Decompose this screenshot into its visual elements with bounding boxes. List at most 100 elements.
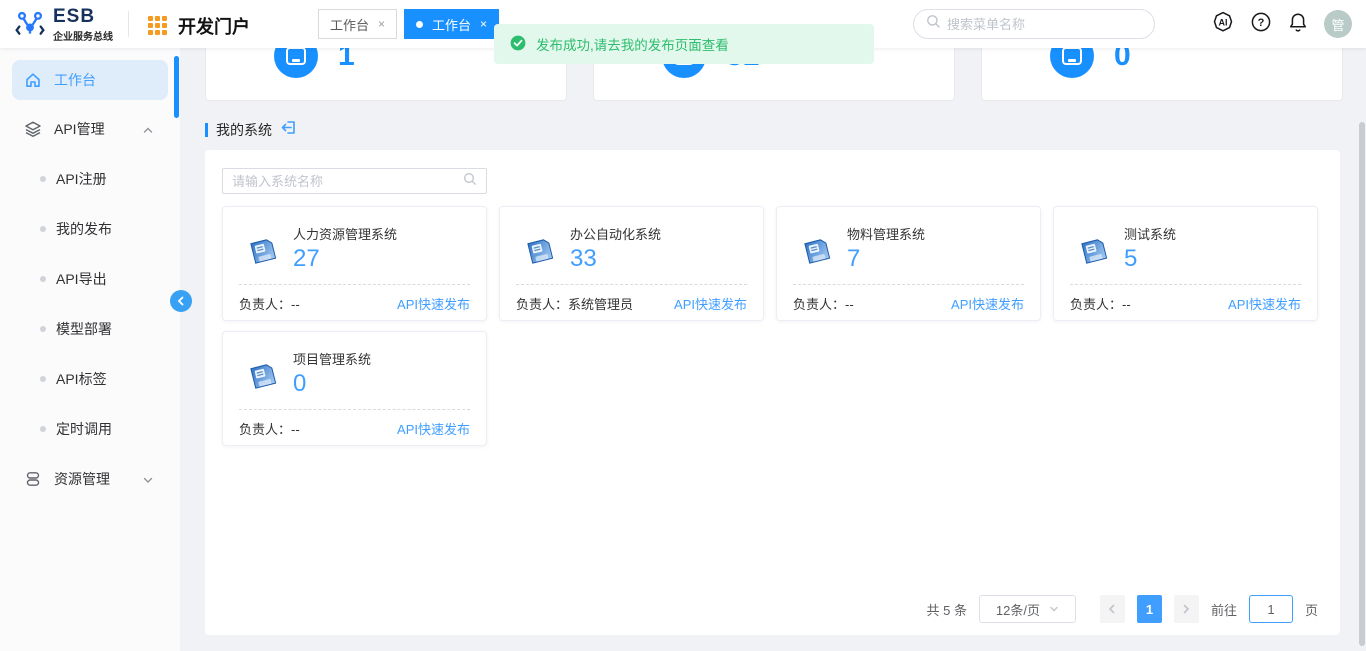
svg-text:?: ? — [1258, 17, 1265, 29]
header-icons: AI ? 管 — [1211, 0, 1352, 48]
system-api-count: 27 — [293, 244, 320, 274]
notifications-bell-icon[interactable] — [1287, 11, 1309, 38]
sidebar-item-my-publish[interactable]: 我的发布 — [0, 204, 180, 254]
system-name: 测试系统 — [1124, 224, 1176, 243]
sidebar-item-label: 我的发布 — [56, 219, 112, 239]
system-disk-icon — [1076, 233, 1112, 274]
system-search-input[interactable] — [232, 174, 457, 189]
tab-label: 工作台 — [432, 15, 471, 34]
page-unit-label: 页 — [1305, 600, 1318, 619]
tab-close-icon[interactable]: × — [378, 17, 385, 31]
success-check-icon — [510, 35, 526, 54]
portal-switcher[interactable]: 开发门户 — [148, 13, 250, 39]
system-owner: 负责人：-- — [1070, 294, 1131, 313]
system-owner: 负责人：-- — [793, 294, 854, 313]
api-quick-publish-link[interactable]: API快速发布 — [1228, 294, 1301, 313]
search-icon — [463, 172, 477, 191]
prev-page-button[interactable] — [1100, 595, 1125, 623]
system-name: 人力资源管理系统 — [293, 224, 397, 243]
user-avatar[interactable]: 管 — [1324, 10, 1352, 38]
tab-workbench-inactive[interactable]: 工作台 × — [318, 9, 397, 39]
sidebar-collapse-toggle[interactable] — [170, 290, 192, 312]
system-disk-icon — [522, 233, 558, 274]
chevron-up-icon — [142, 123, 154, 135]
active-dot-icon — [416, 21, 423, 28]
my-systems-panel: 人力资源管理系统 27 负责人：-- API快速发布 — [205, 150, 1340, 635]
header-divider — [128, 11, 129, 37]
tab-bar: 工作台 × 工作台 × — [318, 9, 499, 39]
card-divider — [1070, 284, 1301, 285]
api-quick-publish-link[interactable]: API快速发布 — [951, 294, 1024, 313]
system-card-material[interactable]: 物料管理系统 7 负责人：-- API快速发布 — [776, 206, 1041, 321]
system-search-box[interactable] — [222, 168, 487, 194]
next-page-button[interactable] — [1174, 595, 1199, 623]
sidebar-item-model-deploy[interactable]: 模型部署 — [0, 304, 180, 354]
sidebar-item-scheduled-call[interactable]: 定时调用 — [0, 404, 180, 454]
system-card-project[interactable]: 项目管理系统 0 负责人：-- API快速发布 — [222, 331, 487, 446]
card-divider — [516, 284, 747, 285]
tab-label: 工作台 — [330, 15, 369, 34]
goto-page-input[interactable] — [1249, 595, 1293, 623]
svg-text:AI: AI — [1219, 17, 1228, 27]
system-api-count: 5 — [1124, 244, 1137, 274]
pagination-total: 共 5 条 — [927, 600, 967, 619]
main-content: 1 31 0 我的系统 — [180, 48, 1366, 651]
card-divider — [239, 284, 470, 285]
sidebar-item-label: 工作台 — [54, 70, 96, 90]
sidebar-item-resource-management[interactable]: 资源管理 — [0, 454, 180, 504]
chevron-right-icon — [1181, 604, 1191, 614]
logo-subtitle: 企业服务总线 — [53, 28, 113, 43]
system-owner: 负责人：系统管理员 — [516, 294, 633, 313]
system-card-test[interactable]: 测试系统 5 负责人：-- API快速发布 — [1053, 206, 1318, 321]
sidebar-item-api-tags[interactable]: API标签 — [0, 354, 180, 404]
goto-label: 前往 — [1211, 600, 1237, 619]
portal-title: 开发门户 — [178, 13, 250, 39]
stat-badge-icon — [274, 48, 318, 78]
enter-systems-icon[interactable] — [280, 119, 297, 141]
sidebar-item-label: 定时调用 — [56, 419, 112, 439]
bullet-icon — [40, 376, 46, 382]
page-number-button[interactable]: 1 — [1137, 595, 1162, 623]
system-name: 物料管理系统 — [847, 224, 925, 243]
chevron-left-icon — [1107, 604, 1117, 614]
menu-search-box[interactable] — [913, 9, 1155, 39]
toast-message: 发布成功,请去我的发布页面查看 — [536, 34, 729, 54]
system-disk-icon — [245, 233, 281, 274]
bullet-icon — [40, 226, 46, 232]
sidebar: 工作台 API管理 API注册 我的发布 API导出 模型部署 — [0, 48, 180, 651]
home-icon — [24, 71, 42, 89]
bullet-icon — [40, 176, 46, 182]
sidebar-item-api-management[interactable]: API管理 — [0, 104, 180, 154]
system-owner: 负责人：-- — [239, 419, 300, 438]
system-card-oa[interactable]: 办公自动化系统 33 负责人：系统管理员 API快速发布 — [499, 206, 764, 321]
tab-close-icon[interactable]: × — [480, 17, 487, 31]
tab-workbench-active[interactable]: 工作台 × — [404, 9, 499, 39]
ai-assistant-icon[interactable]: AI — [1211, 10, 1235, 39]
api-quick-publish-link[interactable]: API快速发布 — [397, 419, 470, 438]
card-divider — [793, 284, 1024, 285]
sidebar-item-label: 模型部署 — [56, 319, 112, 339]
page-size-select[interactable]: 12条/页 — [979, 595, 1076, 623]
api-quick-publish-link[interactable]: API快速发布 — [674, 294, 747, 313]
page-scrollbar-thumb[interactable] — [1359, 122, 1365, 646]
system-disk-icon — [245, 358, 281, 399]
system-cards-grid: 人力资源管理系统 27 负责人：-- API快速发布 — [222, 206, 1332, 446]
chevron-down-icon — [1049, 604, 1059, 614]
database-icon — [24, 470, 42, 488]
stat-card: 0 — [981, 48, 1343, 101]
card-divider — [239, 409, 470, 410]
help-icon[interactable]: ? — [1250, 11, 1272, 38]
menu-search-input[interactable] — [947, 17, 1142, 32]
search-icon — [926, 14, 941, 34]
sidebar-scrollbar-thumb[interactable] — [174, 56, 179, 118]
sidebar-item-api-export[interactable]: API导出 — [0, 254, 180, 304]
layers-icon — [24, 120, 42, 138]
system-owner: 负责人：-- — [239, 294, 300, 313]
sidebar-item-label: API导出 — [56, 269, 107, 289]
api-quick-publish-link[interactable]: API快速发布 — [397, 294, 470, 313]
system-name: 办公自动化系统 — [570, 224, 661, 243]
sidebar-item-workbench[interactable]: 工作台 — [12, 60, 168, 100]
system-card-hr[interactable]: 人力资源管理系统 27 负责人：-- API快速发布 — [222, 206, 487, 321]
stat-value: 1 — [338, 48, 355, 78]
sidebar-item-api-register[interactable]: API注册 — [0, 154, 180, 204]
